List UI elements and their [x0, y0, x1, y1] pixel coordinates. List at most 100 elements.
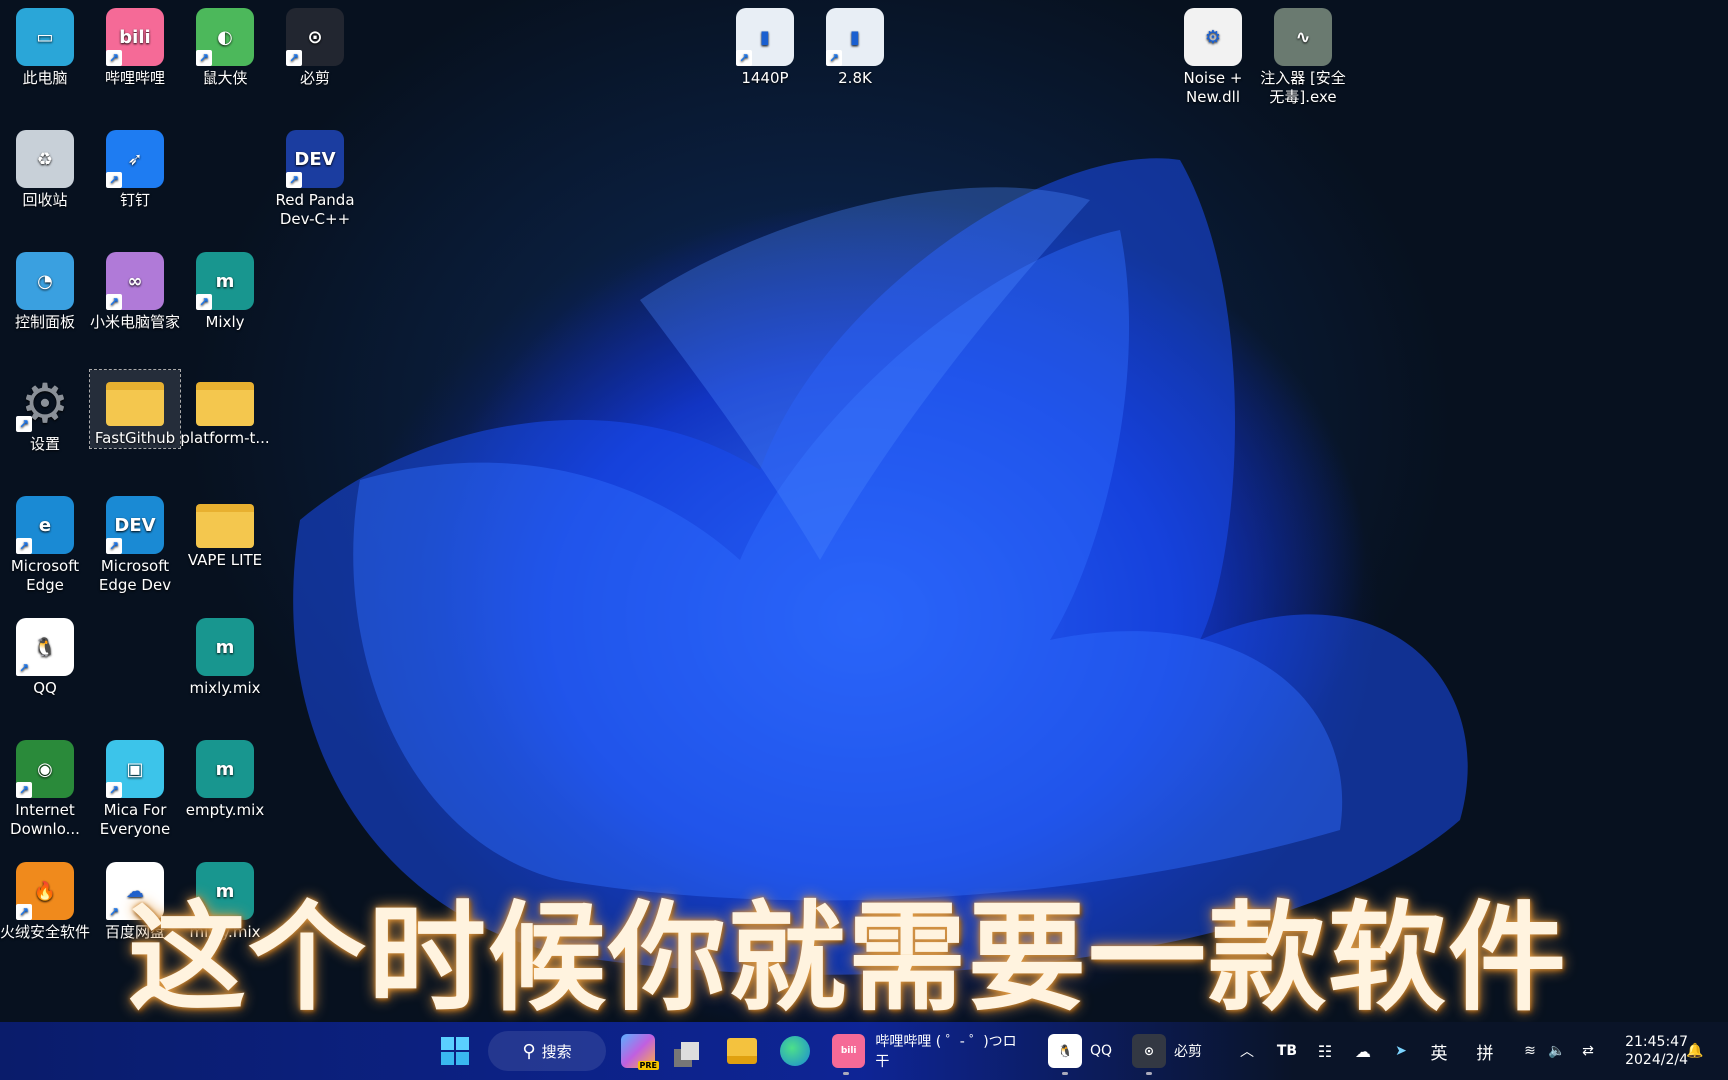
desktop-icon[interactable]: 🐧 ↗ QQ [0, 614, 90, 698]
ime-mode-indicator[interactable]: 拼 [1472, 1031, 1498, 1071]
shortcut-arrow-icon: ↗ [16, 660, 32, 676]
folder-icon [106, 382, 164, 426]
desktop-icon[interactable]: ◉ ↗ Internet Downlo... [0, 736, 90, 839]
desktop[interactable]: ▭ 此电脑 bili ↗ 哔哩哔哩 ◐ ↗ 鼠大侠 ⊙ ↗ 必剪 ♻ 回收站 ➶ ↗ 钉钉 DEV ↗ Red Pa… [0, 0, 1728, 1080]
desktop-icon-label: 火绒安全软件 [0, 923, 91, 941]
desktop-icon-label: 鼠大侠 [202, 69, 248, 87]
desktop-icon[interactable]: ♻ 回收站 [0, 126, 90, 210]
search-icon: ⚲ [522, 1040, 536, 1062]
icon-glyph: m [215, 758, 235, 780]
file-explorer-button[interactable] [722, 1031, 762, 1071]
desktop-icon-label: 1440P [741, 69, 789, 87]
show-hidden-icons-button[interactable]: ︿ [1235, 1031, 1259, 1071]
desktop-icon[interactable]: ◐ ↗ 鼠大侠 [180, 4, 270, 88]
desktop-icon-label: 2.8K [838, 69, 872, 87]
mixly-icon: m [196, 618, 254, 676]
video-subtitle: 这个时候你就需要一款软件 [128, 889, 1569, 1027]
copilot-icon: PRE [621, 1034, 659, 1070]
shortcut-arrow-icon: ↗ [196, 50, 212, 66]
clock[interactable]: 21:45:47 2024/2/4 [1612, 1031, 1688, 1071]
edge-button[interactable] [775, 1031, 815, 1071]
edge-dev-icon: DEV ↗ [106, 496, 164, 554]
desktop-icon[interactable]: 🔥 ↗ 火绒安全软件 [0, 858, 90, 942]
desktop-icon-label: 必剪 [299, 69, 330, 87]
notification-bell-icon[interactable]: 🔔 [1684, 1031, 1706, 1071]
volume-icon[interactable]: 🔈 [1545, 1031, 1569, 1071]
dingtalk-icon: ➶ ↗ [106, 130, 164, 188]
desktop-icon-label: 控制面板 [14, 313, 75, 331]
shortcut-arrow-icon: ↗ [736, 50, 752, 66]
desktop-icon-label: QQ [33, 679, 57, 697]
icon-glyph: bili [119, 26, 151, 48]
shortcut-arrow-icon: ↗ [826, 50, 842, 66]
sync-shield-icon[interactable]: ⇄ [1574, 1031, 1602, 1071]
icon-glyph: e [38, 514, 52, 536]
desktop-icon[interactable]: ▮ ↗ 2.8K [810, 4, 900, 88]
desktop-icon[interactable]: ▭ 此电脑 [0, 4, 90, 88]
search-box[interactable]: ⚲ 搜索 [488, 1031, 606, 1071]
desktop-icon[interactable]: m empty.mix [180, 736, 270, 820]
wifi-icon[interactable]: ≋ [1518, 1031, 1542, 1071]
taskbar-bilibili-window[interactable]: bili 哔哩哔哩 ( ゜- ゜)つロ 干 [826, 1031, 1032, 1075]
copilot-button[interactable]: PRE [618, 1031, 659, 1071]
desktop-icon-label: Noise + New.dll [1183, 69, 1243, 106]
folder-icon [196, 504, 254, 548]
desktop-icon[interactable]: m ↗ Mixly [180, 248, 270, 332]
task-view-icon [673, 1034, 707, 1068]
clock-time: 21:45:47 [1625, 1034, 1688, 1050]
desktop-icon-label: platform-t... [180, 429, 270, 447]
desktop-icon[interactable]: m mixly.mix [180, 614, 270, 698]
desktop-icon-label: Mixly [205, 313, 245, 331]
icon-glyph: 🐧 [33, 636, 57, 658]
desktop-icon[interactable]: e ↗ Microsoft Edge [0, 492, 90, 595]
search-label: 搜索 [541, 1042, 572, 1061]
desktop-icon[interactable]: ∿ 注入器 [安全无毒].exe [1258, 4, 1348, 107]
desktop-icon[interactable]: VAPE LITE [180, 492, 270, 570]
desktop-icon-label: 小米电脑管家 [90, 313, 181, 331]
desktop-icon[interactable]: ▮ ↗ 1440P [720, 4, 810, 88]
dll-file-icon: ⚙ [1184, 8, 1242, 66]
icon-glyph: ▮ [760, 26, 770, 48]
location-icon[interactable]: ➤ [1388, 1031, 1414, 1071]
desktop-icon[interactable]: ⚙ Noise + New.dll [1168, 4, 1258, 107]
start-button[interactable] [434, 1031, 476, 1071]
desktop-icon[interactable]: DEV ↗ Red Panda Dev-C++ [270, 126, 360, 229]
desktop-icon-label: FastGithub [94, 429, 176, 447]
desktop-icon[interactable]: FastGithub [89, 369, 181, 449]
shortcut-arrow-icon: ↗ [106, 782, 122, 798]
settings-gear-icon: ⚙ ↗ [16, 374, 74, 432]
window-title: 必剪 [1174, 1044, 1202, 1060]
desktop-icon[interactable]: ➶ ↗ 钉钉 [90, 126, 180, 210]
shortcut-arrow-icon: ↗ [16, 538, 32, 554]
qq-icon: 🐧 ↗ [16, 618, 74, 676]
desktop-icon[interactable]: ▣ ↗ Mica For Everyone [90, 736, 180, 839]
shortcut-arrow-icon: ↗ [196, 294, 212, 310]
recycle-bin-icon: ♻ [16, 130, 74, 188]
icon-glyph: ▭ [36, 26, 54, 48]
onedrive-info-icon[interactable]: ☁ [1350, 1031, 1376, 1071]
taskbar-bijian-window[interactable]: ⊙ 必剪 [1128, 1031, 1210, 1075]
shortcut-arrow-icon: ↗ [16, 904, 32, 920]
desktop-icon[interactable]: ∞ ↗ 小米电脑管家 [90, 248, 180, 332]
task-view-button[interactable] [670, 1031, 710, 1071]
icon-glyph: ◉ [37, 758, 53, 780]
icon-glyph: m [215, 270, 235, 292]
ime-language-indicator[interactable]: 英 [1426, 1031, 1452, 1071]
desktop-icon-label: 回收站 [22, 191, 68, 209]
icon-glyph: ⊙ [307, 26, 323, 48]
desktop-icon[interactable]: ⚙ ↗ 设置 [0, 370, 90, 454]
desktop-icon[interactable]: DEV ↗ Microsoft Edge Dev [90, 492, 180, 595]
desktop-icon[interactable]: ⊙ ↗ 必剪 [270, 4, 360, 88]
display-shortcut-icon: ▮ ↗ [736, 8, 794, 66]
mixly-icon: m ↗ [196, 252, 254, 310]
taskbar-qq-window[interactable]: 🐧 QQ [1044, 1031, 1116, 1075]
desktop-icon[interactable]: bili ↗ 哔哩哔哩 [90, 4, 180, 88]
folder-icon [196, 382, 254, 426]
desktop-icon-label: Mica For Everyone [99, 801, 171, 838]
exe-monitor-icon: ∿ [1274, 8, 1332, 66]
edge-icon [780, 1036, 810, 1066]
toggle-tray-icon[interactable]: ☷ [1312, 1031, 1338, 1071]
tray-tb-icon[interactable]: TB [1274, 1031, 1300, 1071]
desktop-icon[interactable]: platform-t... [180, 370, 270, 448]
desktop-icon[interactable]: ◔ 控制面板 [0, 248, 90, 332]
